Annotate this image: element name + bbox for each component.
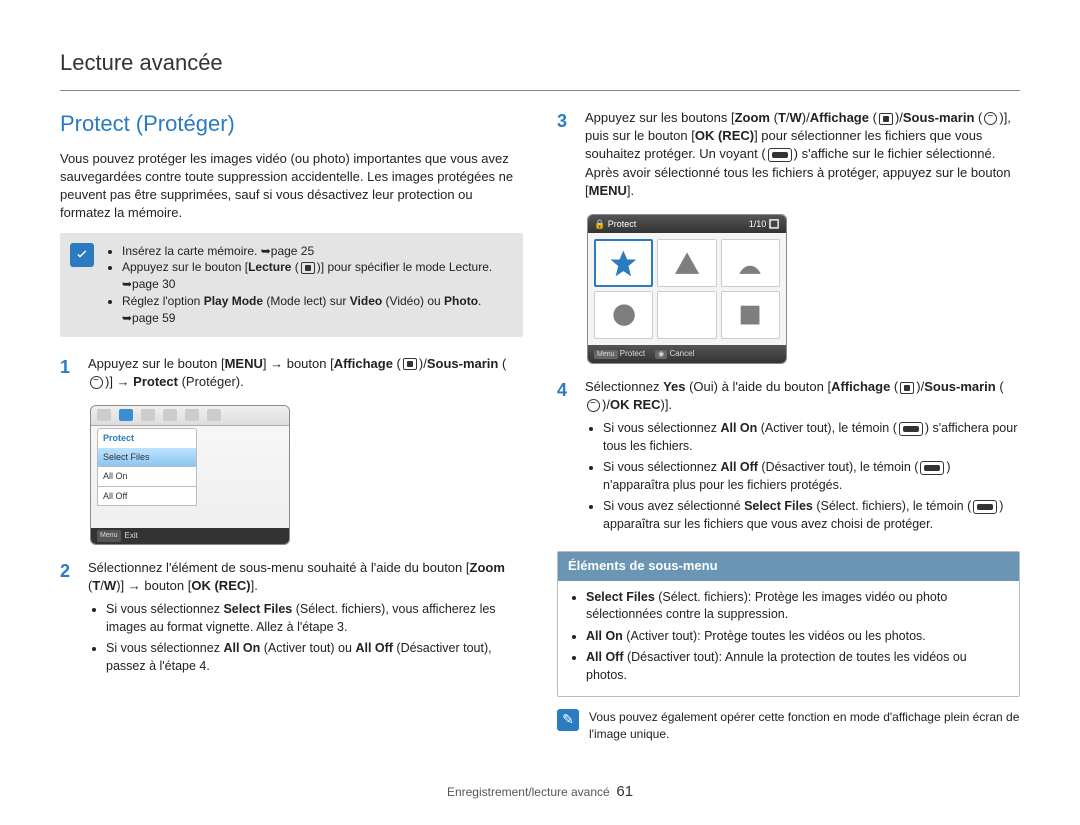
screen-footer: Menu Exit [91, 528, 289, 544]
screen-bottombar: Menu Protect ◉ Cancel [588, 345, 786, 363]
protect-indicator-icon [899, 422, 923, 436]
screen-title: Protect [608, 219, 637, 229]
protect-indicator-icon [973, 500, 997, 514]
step-number: 4 [557, 378, 575, 537]
left-column: Protect (Protéger) Vous pouvez protéger … [60, 109, 523, 743]
menu-item: All On [97, 467, 197, 487]
two-columns: Protect (Protéger) Vous pouvez protéger … [60, 109, 1020, 743]
underwater-icon [587, 399, 600, 412]
section-title: Protect (Protéger) [60, 109, 523, 140]
counter: 1/10 [749, 219, 767, 229]
right-column: 3 Appuyez sur les boutons [Zoom (T/W)/Af… [557, 109, 1020, 743]
thumbnail [594, 291, 653, 339]
display-icon [900, 382, 914, 394]
prereq-item: Réglez l'option Play Mode (Mode lect) su… [122, 293, 511, 327]
step-1: 1 Appuyez sur le bouton [MENU] → bouton … [60, 355, 523, 391]
step-body: Sélectionnez Yes (Oui) à l'aide du bouto… [585, 378, 1020, 537]
cancel-label: Cancel [669, 349, 694, 358]
thumbnail [594, 239, 653, 287]
display-icon [879, 113, 893, 125]
tab-icon [163, 409, 177, 421]
display-icon [403, 358, 417, 370]
page-footer: Enregistrement/lecture avancé 61 [60, 783, 1020, 800]
breadcrumb: Lecture avancée [60, 50, 1020, 76]
tip-text: Vous pouvez également opérer cette fonct… [589, 709, 1020, 743]
list-item: All On (Activer tout): Protège toutes le… [586, 628, 1009, 646]
list-item: Si vous sélectionnez All Off (Désactiver… [603, 459, 1020, 494]
step-body: Appuyez sur le bouton [MENU] → bouton [A… [88, 355, 523, 391]
thumbnail-grid [588, 233, 786, 345]
list-item: Select Files (Sélect. fichiers): Protège… [586, 589, 1009, 624]
step-body: Appuyez sur les boutons [Zoom (T/W)/Affi… [585, 109, 1020, 200]
tab-icon [97, 409, 111, 421]
thumbnail-screenshot: 🔒 Protect 1/10 🔳 Menu Protect ◉ Cancel [587, 214, 787, 364]
step-2: 2 Sélectionnez l'élément de sous-menu so… [60, 559, 523, 679]
underwater-icon [984, 112, 997, 125]
menu-item: Select Files [97, 448, 197, 468]
step-number: 2 [60, 559, 78, 679]
submenu-box: Éléments de sous-menu Select Files (Séle… [557, 551, 1020, 697]
underwater-icon [90, 376, 103, 389]
footer-label: Enregistrement/lecture avancé [447, 785, 610, 799]
tip-box: ✎ Vous pouvez également opérer cette fon… [557, 709, 1020, 743]
step-number: 3 [557, 109, 575, 200]
step-body: Sélectionnez l'élément de sous-menu souh… [88, 559, 523, 679]
menu-header: Protect [97, 428, 197, 448]
tab-icon [185, 409, 199, 421]
check-icon [70, 243, 94, 267]
thumbnail [721, 291, 780, 339]
submenu-header: Éléments de sous-menu [558, 552, 1019, 580]
tab-icon [207, 409, 221, 421]
menu-list: Protect Select Files All On All Off [97, 428, 197, 506]
page: Lecture avancée Protect (Protéger) Vous … [0, 0, 1080, 820]
protect-indicator-icon [768, 148, 792, 162]
menu-screenshot: Protect Select Files All On All Off Menu… [90, 405, 290, 545]
thumbnail [657, 239, 716, 287]
list-item: Si vous sélectionnez All On (Activer tou… [603, 420, 1020, 455]
intro-paragraph: Vous pouvez protéger les images vidéo (o… [60, 150, 523, 223]
step-4: 4 Sélectionnez Yes (Oui) à l'aide du bou… [557, 378, 1020, 537]
prereq-item: Appuyez sur le bouton [Lecture ()] pour … [122, 259, 511, 293]
exit-label: Exit [125, 530, 138, 541]
page-number: 61 [616, 783, 633, 800]
lock-icon: 🔒 [594, 219, 605, 229]
menu-button-label: Menu [594, 350, 618, 359]
list-item: All Off (Désactiver tout): Annule la pro… [586, 649, 1009, 684]
thumbnail [721, 239, 780, 287]
screen-topbar: 🔒 Protect 1/10 🔳 [588, 215, 786, 233]
tab-bar [91, 406, 289, 426]
divider [60, 90, 1020, 91]
note-icon: ✎ [557, 709, 579, 731]
tab-icon [141, 409, 155, 421]
step-number: 1 [60, 355, 78, 391]
play-icon [301, 262, 315, 274]
list-item: Si vous sélectionnez All On (Activer tou… [106, 640, 523, 675]
list-item: Si vous avez sélectionné Select Files (S… [603, 498, 1020, 533]
protect-label: Protect [620, 349, 645, 358]
cancel-button-label: ◉ [655, 350, 667, 359]
thumbnail [657, 291, 716, 339]
tab-icon [119, 409, 133, 421]
prerequisite-box: Insérez la carte mémoire. ➥page 25 Appuy… [60, 233, 523, 337]
protect-indicator-icon [920, 461, 944, 475]
step-3: 3 Appuyez sur les boutons [Zoom (T/W)/Af… [557, 109, 1020, 200]
menu-button-label: Menu [97, 530, 121, 542]
list-item: Si vous sélectionnez Select Files (Sélec… [106, 601, 523, 636]
submenu-body: Select Files (Sélect. fichiers): Protège… [558, 581, 1019, 697]
prereq-item: Insérez la carte mémoire. ➥page 25 [122, 243, 511, 260]
menu-item: All Off [97, 487, 197, 507]
